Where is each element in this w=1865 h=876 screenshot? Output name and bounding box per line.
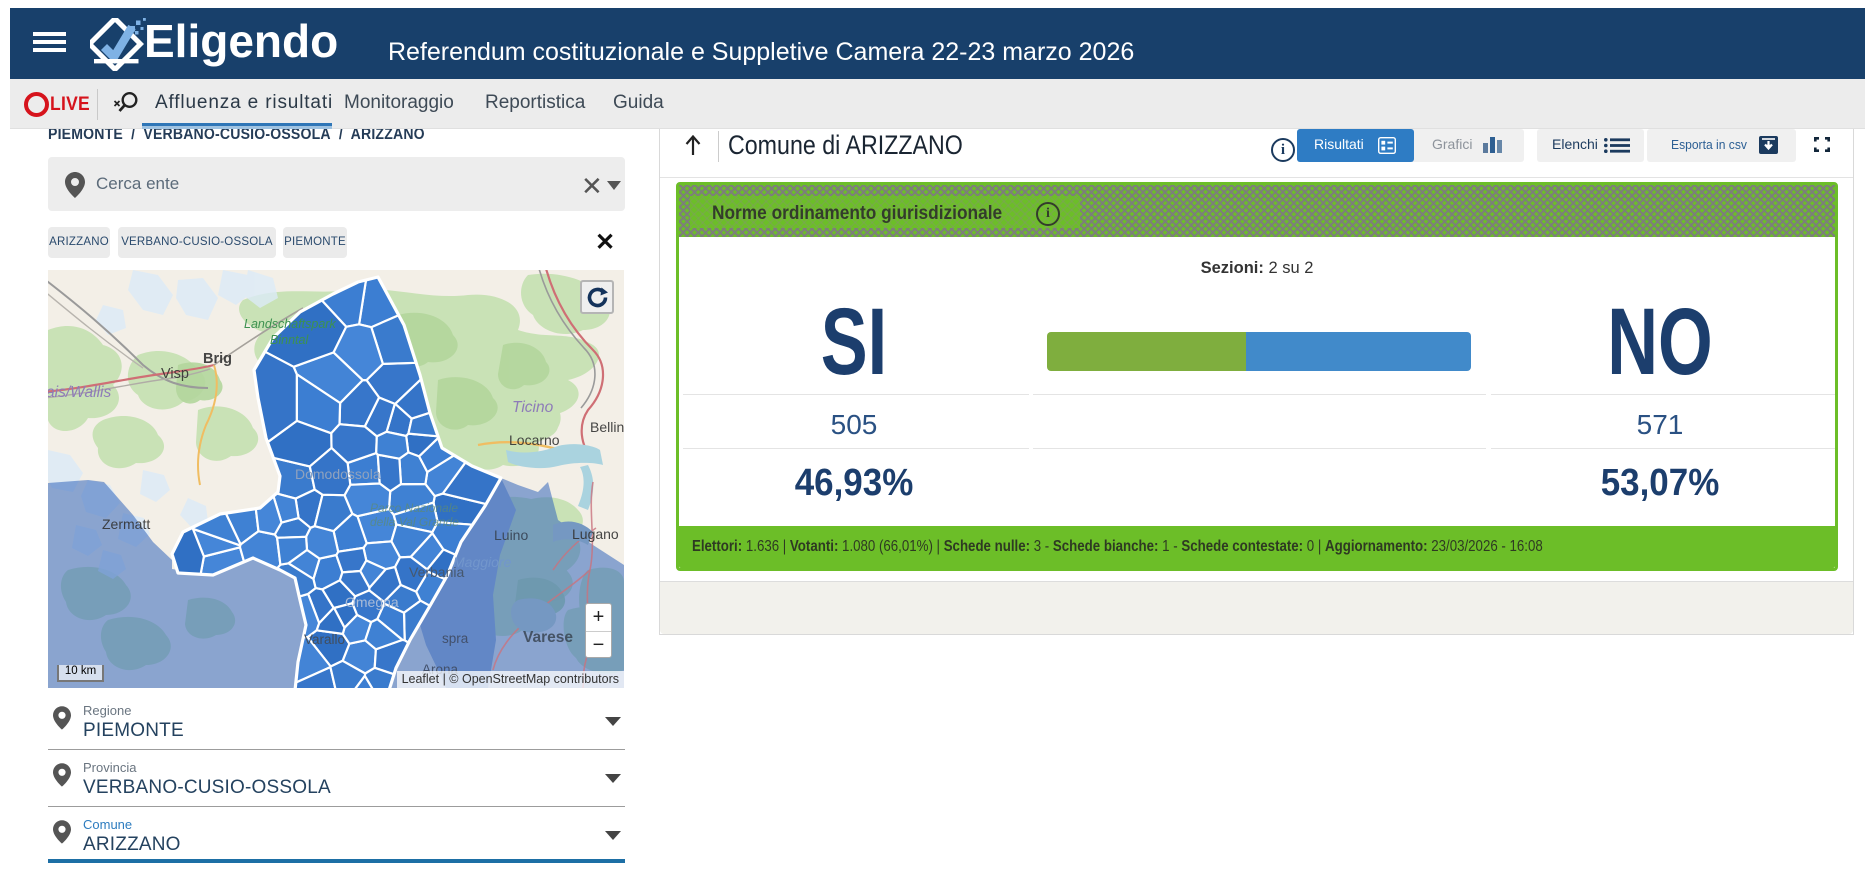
svg-text:Visp: Visp: [161, 366, 189, 382]
svg-text:Binntal: Binntal: [270, 333, 309, 347]
svg-text:Landschaftspark: Landschaftspark: [244, 317, 336, 331]
svg-text:Zermatt: Zermatt: [102, 516, 150, 532]
svg-text:Lugano: Lugano: [572, 526, 619, 542]
svg-text:Omegna: Omegna: [345, 594, 399, 610]
svg-text:Bellinz: Bellinz: [590, 419, 624, 435]
svg-text:della Val Grande: della Val Grande: [370, 515, 459, 529]
svg-text:Parco Nazionale: Parco Nazionale: [370, 501, 458, 515]
svg-text:Varese: Varese: [523, 629, 573, 646]
svg-text:Maggiore: Maggiore: [453, 554, 512, 570]
svg-text:Domodossola: Domodossola: [295, 466, 381, 482]
svg-text:Locarno: Locarno: [509, 432, 560, 448]
svg-text:alais/Wallis: alais/Wallis: [48, 384, 111, 401]
svg-text:Varallo: Varallo: [304, 632, 345, 647]
svg-text:Brig: Brig: [203, 351, 232, 367]
svg-text:Luino: Luino: [494, 527, 528, 543]
svg-text:spra: spra: [442, 631, 469, 646]
svg-text:Ticino: Ticino: [512, 399, 554, 416]
